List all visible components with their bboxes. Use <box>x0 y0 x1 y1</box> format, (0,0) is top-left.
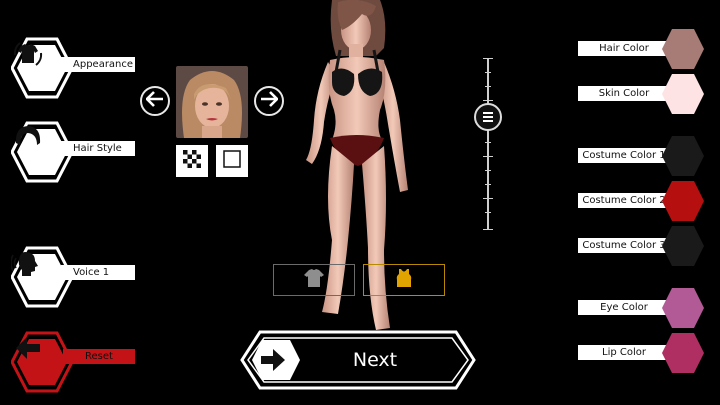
prev-face-button[interactable] <box>140 86 170 116</box>
empty-square-icon <box>223 150 241 172</box>
slider-tick <box>485 86 491 87</box>
slider-tick <box>485 170 491 171</box>
hair-style-label[interactable]: Hair Style <box>61 141 135 156</box>
costume-color-1-swatch[interactable] <box>662 136 704 176</box>
face-portrait <box>176 66 248 138</box>
zoom-slider-handle[interactable] <box>474 103 502 131</box>
slider-tick <box>485 142 491 143</box>
slider-tick <box>483 229 493 230</box>
hair-color-label[interactable]: Hair Color <box>578 41 670 56</box>
pattern-toggle-button[interactable] <box>176 145 208 177</box>
checker-icon <box>183 150 201 172</box>
next-face-button[interactable] <box>254 86 284 116</box>
arrow-right-circle-icon <box>259 347 287 377</box>
menu-lines-icon <box>482 108 494 127</box>
slider-tick <box>483 58 493 59</box>
costume-color-3-label[interactable]: Costume Color 3 <box>578 238 670 253</box>
slider-tick <box>483 100 493 101</box>
lip-color-swatch[interactable] <box>662 333 704 373</box>
reset-label[interactable]: Reset <box>63 349 135 364</box>
costume-color-2-swatch[interactable] <box>662 181 704 221</box>
tank-top-icon <box>395 268 413 292</box>
hair-color-swatch[interactable] <box>662 29 704 69</box>
slider-tick <box>483 156 493 157</box>
eye-color-swatch[interactable] <box>662 288 704 328</box>
slider-tick <box>485 72 491 73</box>
skin-color-label[interactable]: Skin Color <box>578 86 670 101</box>
costume-color-3-swatch[interactable] <box>662 226 704 266</box>
slider-tick <box>485 212 491 213</box>
appearance-label[interactable]: Appearance <box>61 57 135 72</box>
arrow-left-icon <box>145 91 164 111</box>
costume-color-1-label[interactable]: Costume Color 1 <box>578 148 670 163</box>
zoom-slider-track[interactable] <box>487 58 489 230</box>
arrow-right-icon <box>260 91 279 111</box>
outfit-tab-shirt[interactable] <box>273 264 355 296</box>
voice-label[interactable]: Voice 1 <box>61 265 135 280</box>
slider-tick <box>483 198 493 199</box>
t-shirt-icon <box>303 268 325 292</box>
outfit-tab-tank[interactable] <box>363 264 445 296</box>
lip-color-label[interactable]: Lip Color <box>578 345 670 360</box>
skin-color-swatch[interactable] <box>662 74 704 114</box>
costume-color-2-label[interactable]: Costume Color 2 <box>578 193 670 208</box>
eye-color-label[interactable]: Eye Color <box>578 300 670 315</box>
slider-tick <box>485 184 491 185</box>
plain-toggle-button[interactable] <box>216 145 248 177</box>
next-button-label[interactable]: Next <box>330 346 420 374</box>
